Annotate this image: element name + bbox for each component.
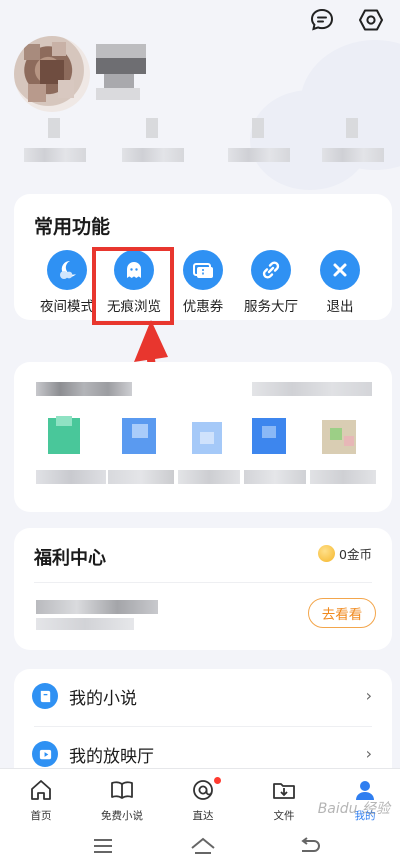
direct-at-icon <box>193 780 213 800</box>
stat-1-blurred[interactable] <box>20 118 90 168</box>
service-hall-label: 服务大厅 <box>244 299 298 315</box>
nav-tab-direct[interactable]: 直达 <box>163 777 243 823</box>
watermark: Baidu 经验 <box>317 801 390 817</box>
nav-tab-files[interactable]: 文件 <box>244 777 324 823</box>
exit-x-icon <box>320 250 360 290</box>
folder-download-icon <box>273 783 295 799</box>
common-functions-card: 常用功能 夜间模式 无痕浏览 优惠券 服务大厅 退出 <box>14 194 392 320</box>
blurred-content-card <box>14 362 392 512</box>
go-see-button[interactable]: 去看看 <box>308 598 376 628</box>
blurred-task-title <box>36 600 158 614</box>
night-mode-icon <box>47 250 87 290</box>
book-icon <box>32 683 58 709</box>
system-nav-bar <box>0 828 400 866</box>
nav-label: 直达 <box>192 810 214 822</box>
nav-label: 文件 <box>273 810 295 822</box>
coupon-button[interactable]: 优惠券 <box>168 250 238 315</box>
blurred-task-desc <box>36 618 134 630</box>
welfare-center-title: 福利中心 <box>34 548 106 569</box>
my-novels-label: 我的小说 <box>69 689 137 709</box>
nav-tab-free-novels[interactable]: 免费小说 <box>82 777 162 823</box>
open-book-icon <box>111 781 133 799</box>
service-link-icon <box>251 250 291 290</box>
nav-tab-home[interactable]: 首页 <box>1 777 81 823</box>
chevron-right-icon: › <box>365 744 372 763</box>
settings-gear-icon[interactable] <box>357 6 385 34</box>
username-blurred <box>96 44 146 102</box>
menu-icon[interactable] <box>92 836 114 856</box>
coupon-label: 优惠券 <box>182 299 224 315</box>
home-icon <box>31 780 51 800</box>
stat-2-blurred[interactable] <box>118 118 188 168</box>
back-icon[interactable] <box>296 836 322 856</box>
highlight-box <box>92 247 174 325</box>
avatar[interactable] <box>14 36 90 112</box>
exit-label: 退出 <box>326 299 354 315</box>
coin-icon <box>318 545 336 562</box>
coin-balance[interactable]: 0金币 <box>318 544 372 563</box>
stat-3-blurred[interactable] <box>224 118 294 168</box>
stat-4-blurred[interactable] <box>318 118 388 168</box>
service-hall-button[interactable]: 服务大厅 <box>236 250 306 315</box>
notification-dot <box>214 777 221 784</box>
play-icon <box>32 741 58 767</box>
common-functions-title: 常用功能 <box>34 216 111 238</box>
exit-button[interactable]: 退出 <box>305 250 375 315</box>
list-item-my-novels[interactable]: 我的小说 › <box>14 669 392 725</box>
welfare-center-card: 福利中心 0金币 去看看 <box>14 528 392 650</box>
home-gesture-icon[interactable] <box>189 836 217 856</box>
nav-label: 免费小说 <box>101 810 143 822</box>
my-theater-label: 我的放映厅 <box>69 747 154 767</box>
chevron-right-icon: › <box>365 686 372 705</box>
nav-label: 首页 <box>30 810 52 822</box>
divider <box>34 582 372 583</box>
coupon-icon <box>183 250 223 290</box>
message-icon[interactable] <box>308 6 336 34</box>
coin-balance-text: 0金币 <box>339 547 372 562</box>
